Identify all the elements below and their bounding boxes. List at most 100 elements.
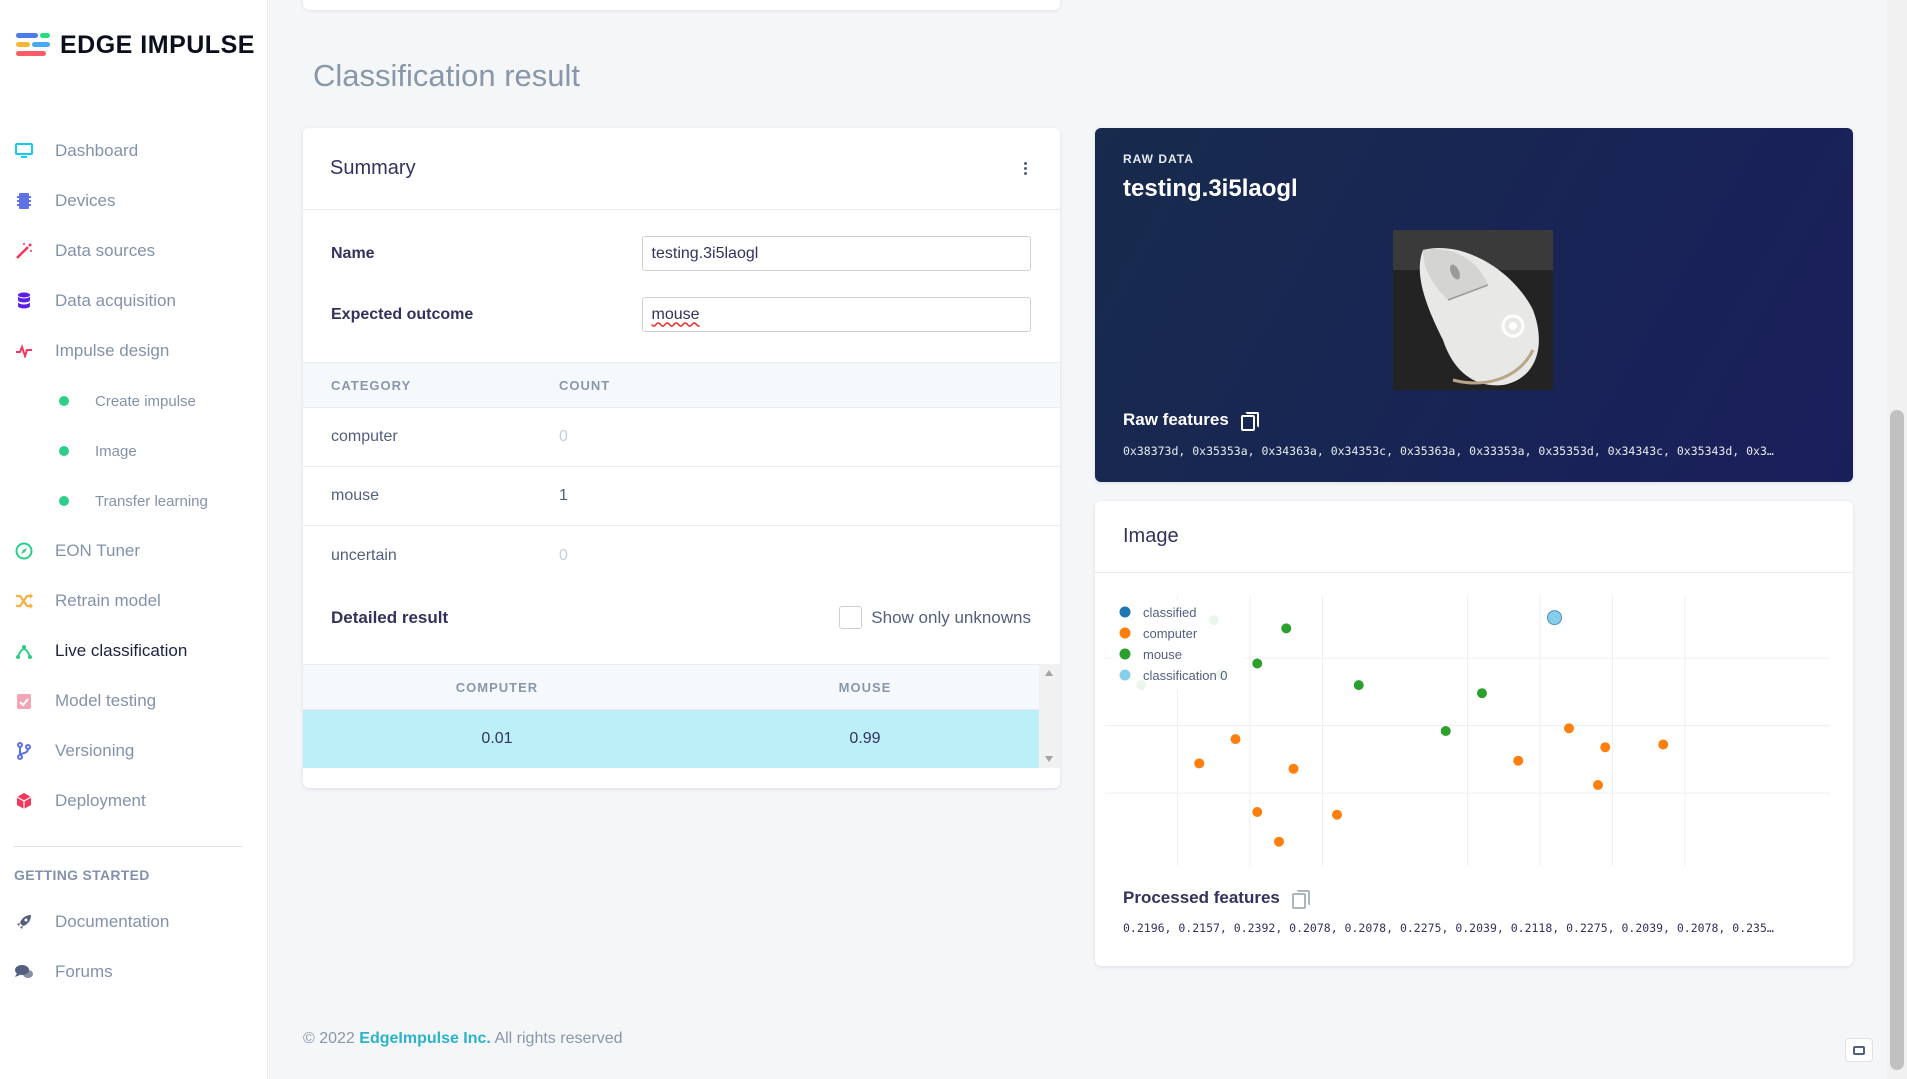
table-row: mouse 1 — [303, 467, 1060, 526]
chip-icon — [14, 191, 34, 211]
raw-features-values: 0x38373d, 0x35353a, 0x34363a, 0x34353c, … — [1123, 444, 1774, 458]
sidebar-item-label: Data sources — [55, 241, 156, 260]
processed-features-heading: Processed features — [1123, 888, 1310, 909]
summary-header: Summary — [303, 128, 1060, 210]
computer-score-cell: 0.01 — [481, 730, 513, 747]
checkbox-box[interactable] — [839, 606, 863, 629]
scatter-point-mouse[interactable] — [1352, 679, 1365, 692]
scatter-point-computer[interactable] — [1229, 733, 1242, 746]
scatter-point-computer[interactable] — [1193, 757, 1206, 770]
category-cell: mouse — [331, 487, 380, 504]
footer-copyright: © 2022 — [303, 1030, 355, 1047]
pulse-icon — [14, 341, 34, 361]
summary-card: Summary Name testing.3i5laogl Expected o… — [303, 128, 1060, 788]
category-table-header: CATEGORY COUNT — [303, 362, 1060, 408]
sidebar: EDGE IMPULSE Dashboard Devices Data sour… — [0, 0, 268, 1079]
expected-outcome-field[interactable]: mouse — [641, 297, 1031, 332]
more-options-icon[interactable] — [1018, 156, 1033, 181]
sidebar-subitem-transfer-learning[interactable]: Transfer learning — [0, 476, 268, 526]
sidebar-subitem-image[interactable]: Image — [0, 426, 268, 476]
scroll-up-icon[interactable] — [1045, 670, 1053, 676]
category-cell: computer — [331, 428, 398, 445]
scatter-point-computer[interactable] — [1599, 741, 1612, 754]
sidebar-section-title: GETTING STARTED — [14, 867, 150, 883]
sample-image — [1393, 230, 1553, 390]
sidebar-subitem-create-impulse[interactable]: Create impulse — [0, 376, 268, 426]
sidebar-item-label: EON Tuner — [55, 541, 141, 560]
scatter-point-classification-0[interactable] — [1547, 610, 1562, 626]
sidebar-item-devices[interactable]: Devices — [0, 176, 268, 226]
detailed-result-header: Detailed result Show only unknowns — [331, 606, 1031, 629]
brand[interactable]: EDGE IMPULSE — [16, 30, 255, 60]
scatter-point-computer[interactable] — [1273, 835, 1285, 848]
sidebar-subitem-label: Image — [95, 442, 137, 460]
column-header-category: CATEGORY — [331, 377, 412, 393]
nodes-icon — [14, 641, 34, 661]
scroll-down-icon[interactable] — [1045, 756, 1053, 762]
table-row[interactable]: 0.01 0.99 — [303, 710, 1039, 768]
sidebar-item-versioning[interactable]: Versioning — [0, 726, 268, 776]
processed-features-values: 0.2196, 0.2157, 0.2392, 0.2078, 0.2078, … — [1123, 921, 1774, 935]
sidebar-item-forums[interactable]: Forums — [0, 947, 268, 997]
database-icon — [14, 291, 34, 311]
footer: © 2022 EdgeImpulse Inc. All rights reser… — [303, 1030, 622, 1048]
sidebar-item-deployment[interactable]: Deployment — [0, 776, 268, 826]
scatter-point-computer[interactable] — [1592, 779, 1604, 791]
sidebar-item-documentation[interactable]: Documentation — [0, 897, 268, 947]
copy-icon[interactable] — [1291, 890, 1310, 909]
copy-icon[interactable] — [1240, 412, 1259, 431]
sidebar-divider — [14, 846, 242, 847]
raw-data-label: RAW DATA — [1123, 152, 1194, 166]
sidebar-item-live-classification[interactable]: Live classification — [0, 626, 268, 676]
sidebar-item-label: Retrain model — [55, 591, 161, 610]
image-card: Image classified computer mouse classificat… — [1095, 501, 1853, 966]
name-field[interactable]: testing.3i5laogl — [641, 236, 1031, 271]
page-scrollbar[interactable] — [1887, 0, 1907, 1079]
show-only-unknowns-checkbox[interactable]: Show only unknowns — [839, 606, 1031, 629]
count-cell: 0 — [559, 428, 568, 445]
processed-features-title: Processed features — [1123, 888, 1280, 907]
sidebar-item-impulse-design[interactable]: Impulse design — [0, 326, 268, 376]
scatter-point-mouse[interactable] — [1251, 657, 1264, 670]
table-scrollbar[interactable] — [1039, 664, 1060, 768]
scatter-point-computer[interactable] — [1657, 738, 1670, 751]
scatter-point-computer[interactable] — [1287, 762, 1300, 775]
detailed-result-table: COMPUTER MOUSE 0.01 0.99 — [303, 664, 1060, 768]
sidebar-item-label: Data acquisition — [55, 291, 176, 310]
scatter-point-mouse[interactable] — [1280, 622, 1293, 635]
scatter-point-computer[interactable] — [1331, 808, 1343, 821]
clipboard-check-icon — [14, 691, 34, 711]
sidebar-item-model-testing[interactable]: Model testing — [0, 676, 268, 726]
legend-label: classified — [1143, 605, 1196, 620]
scatter-point-mouse[interactable] — [1439, 725, 1452, 737]
scatter-point-computer[interactable] — [1512, 754, 1525, 767]
scatter-point-mouse[interactable] — [1476, 687, 1488, 700]
column-header-computer: COMPUTER — [455, 679, 539, 695]
company-link[interactable]: EdgeImpulse Inc. — [359, 1030, 491, 1047]
count-cell: 1 — [559, 487, 568, 504]
sidebar-item-data-sources[interactable]: Data sources — [0, 226, 268, 276]
edge-impulse-logo-icon — [16, 30, 52, 60]
feedback-chat-button[interactable] — [1845, 1038, 1873, 1062]
mouse-score-cell: 0.99 — [849, 730, 881, 747]
status-dot-icon — [59, 496, 69, 506]
scrollbar-thumb[interactable] — [1890, 410, 1904, 1070]
count-cell: 0 — [559, 546, 568, 564]
sidebar-item-label: Impulse design — [55, 341, 170, 360]
name-row: Name testing.3i5laogl — [331, 236, 1031, 271]
table-row: computer 0 — [303, 408, 1060, 467]
sidebar-item-data-acquisition[interactable]: Data acquisition — [0, 276, 268, 326]
sidebar-item-retrain-model[interactable]: Retrain model — [0, 576, 268, 626]
footer-rights: All rights reserved — [494, 1030, 623, 1047]
legend-marker — [1118, 605, 1132, 619]
sidebar-item-eon-tuner[interactable]: EON Tuner — [0, 526, 268, 576]
legend-label: classification 0 — [1143, 668, 1228, 683]
scatter-point-computer[interactable] — [1251, 806, 1264, 818]
rocket-icon — [14, 912, 34, 932]
feature-scatter-plot[interactable]: classified computer mouse classification 0 — [1105, 596, 1840, 876]
sidebar-item-label: Versioning — [55, 741, 135, 760]
sidebar-item-label: Forums — [55, 962, 113, 981]
sidebar-item-dashboard[interactable]: Dashboard — [0, 126, 268, 176]
scatter-point-computer[interactable] — [1563, 722, 1575, 735]
sidebar-nav: Dashboard Devices Data sources Data acqu… — [0, 126, 268, 997]
